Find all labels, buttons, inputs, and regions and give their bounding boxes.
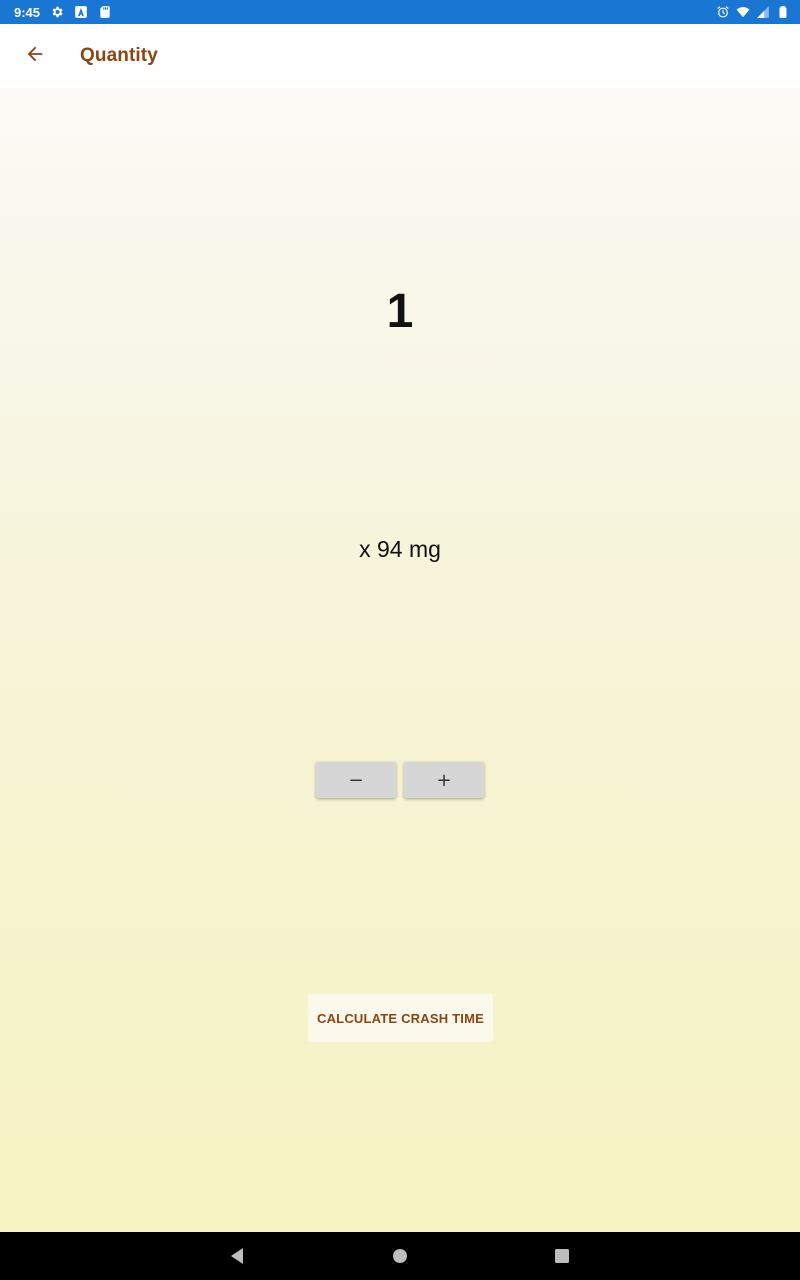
back-triangle-icon [228, 1247, 246, 1265]
alarm-icon [716, 5, 730, 19]
home-circle-icon [392, 1248, 408, 1264]
page-title: Quantity [80, 45, 158, 66]
screen: 9:45 Quantity 1 x 94 mg − + CALCULATE CR… [0, 0, 800, 1280]
dose-label: x 94 mg [359, 536, 441, 562]
battery-icon [776, 5, 790, 19]
sd-card-icon [98, 5, 112, 19]
nav-home-button[interactable] [388, 1244, 412, 1268]
signal-icon [756, 5, 770, 19]
calculate-crash-time-button[interactable]: CALCULATE CRASH TIME [308, 994, 493, 1042]
gear-icon [50, 5, 64, 19]
app-bar: Quantity [0, 24, 800, 88]
increment-button[interactable]: + [404, 762, 484, 798]
status-right [716, 5, 790, 19]
status-time: 9:45 [14, 4, 41, 20]
back-button[interactable] [11, 32, 59, 80]
status-left: 9:45 [14, 5, 112, 20]
decrement-button[interactable]: − [316, 762, 396, 798]
a-badge-icon [74, 5, 88, 19]
nav-back-button[interactable] [225, 1244, 249, 1268]
status-bar: 9:45 [0, 0, 800, 24]
arrow-left-icon [24, 43, 46, 70]
quantity-value: 1 [386, 285, 414, 338]
system-nav-bar [0, 1232, 800, 1280]
main-content: 1 x 94 mg − + CALCULATE CRASH TIME [0, 88, 800, 1232]
quantity-stepper: − + [316, 762, 484, 798]
nav-recents-button[interactable] [550, 1244, 574, 1268]
wifi-icon [736, 5, 750, 19]
recents-square-icon [554, 1248, 570, 1264]
